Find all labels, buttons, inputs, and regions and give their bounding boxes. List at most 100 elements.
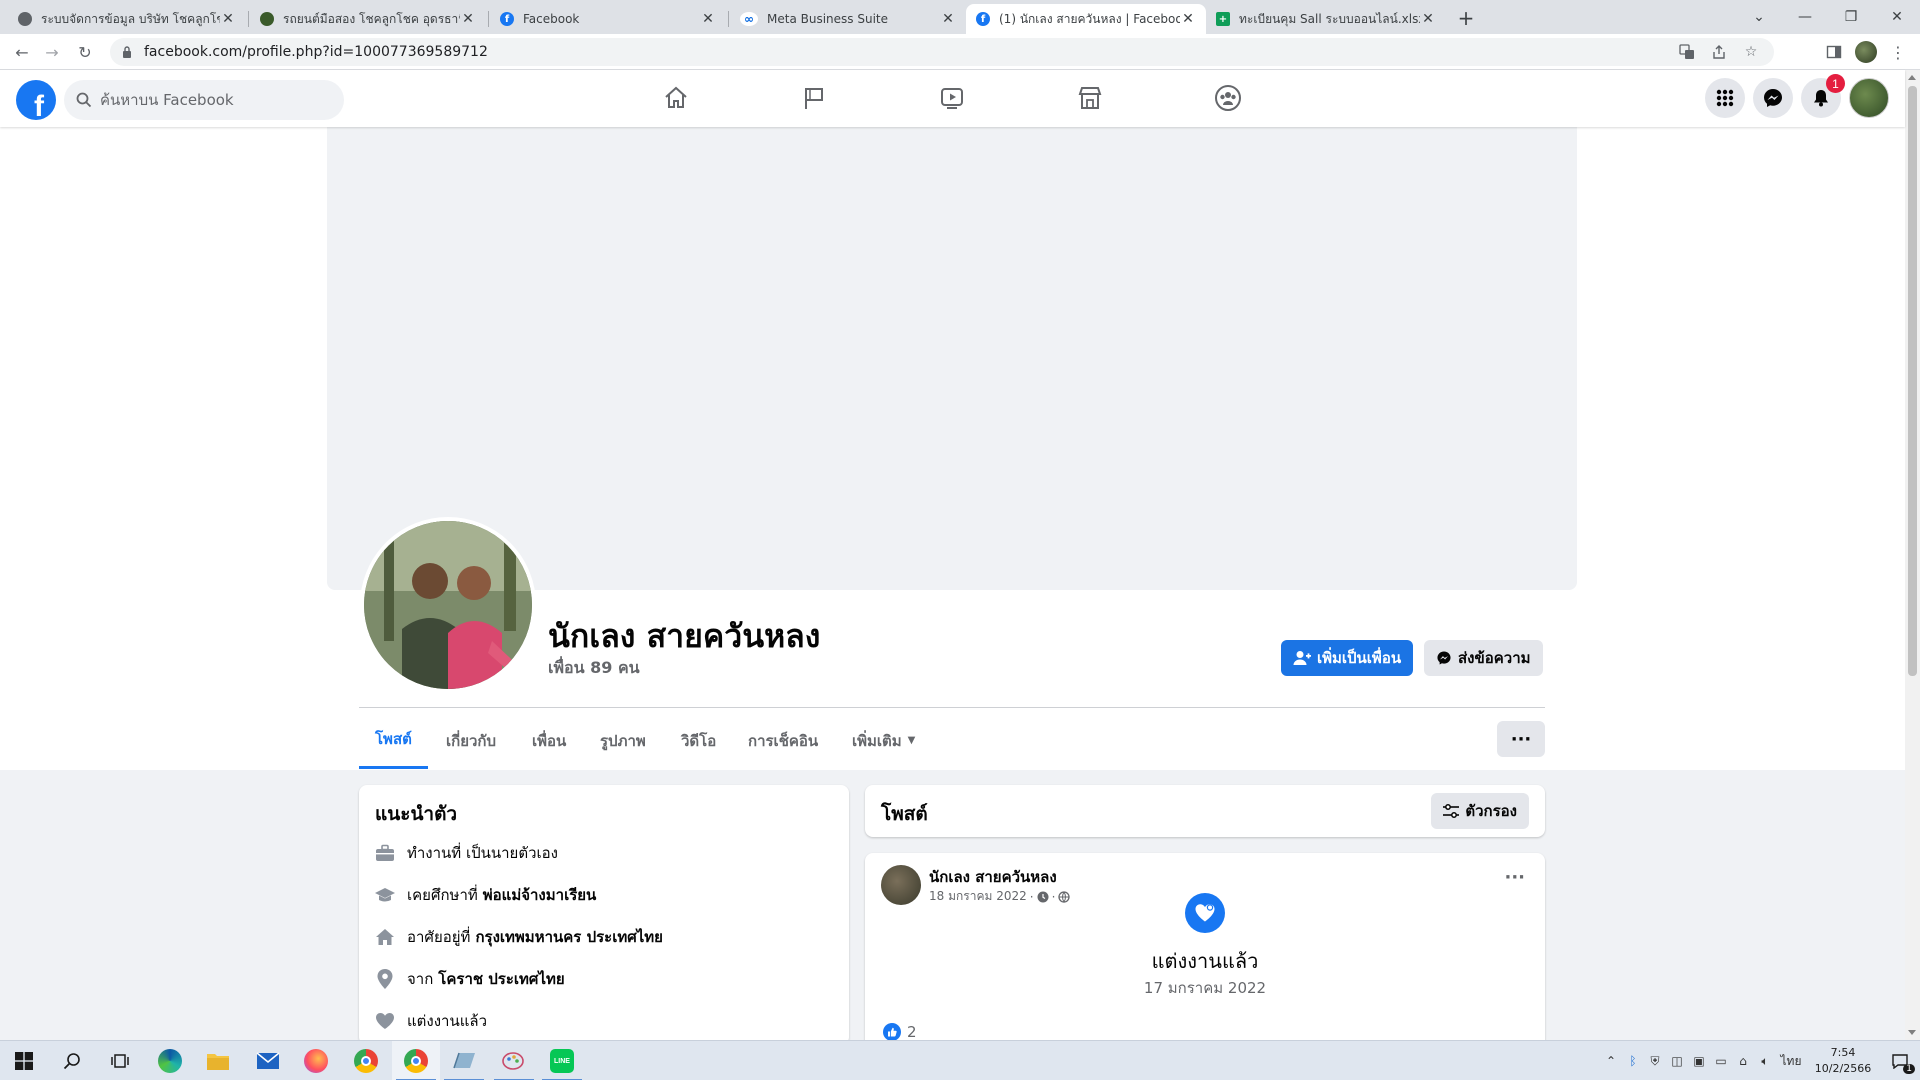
close-icon[interactable]: ✕ (220, 11, 236, 27)
chrome-profile-avatar[interactable] (1854, 40, 1878, 64)
account-avatar[interactable] (1849, 78, 1889, 118)
close-icon[interactable]: ✕ (1180, 11, 1196, 27)
scroll-up-arrow-icon[interactable] (1908, 75, 1916, 80)
translate-icon[interactable] (1678, 43, 1696, 61)
send-message-button[interactable]: ส่งข้อความ (1424, 640, 1543, 676)
nav-marketplace[interactable] (1034, 78, 1146, 118)
file-explorer-icon[interactable] (194, 1041, 242, 1080)
network-icon[interactable]: ⌂ (1732, 1041, 1754, 1080)
profile-picture[interactable] (360, 517, 536, 693)
post-author-avatar[interactable] (881, 865, 921, 905)
tab-photos[interactable]: รูปภาพ (584, 712, 662, 769)
security-shield-icon[interactable]: ⛨ (1644, 1041, 1666, 1080)
facebook-logo-icon[interactable]: f (16, 80, 56, 120)
nav-pages[interactable] (758, 78, 870, 118)
intro-title: แนะนำตัว (375, 803, 458, 825)
tab-about[interactable]: เกี่ยวกับ (430, 712, 512, 769)
restore-icon[interactable]: ❐ (1828, 0, 1874, 34)
home-icon (375, 927, 395, 947)
profile-more-options-button[interactable]: ··· (1497, 721, 1545, 757)
back-arrow-icon[interactable]: ← (10, 40, 34, 64)
window-close-icon[interactable]: ✕ (1874, 0, 1920, 34)
briefcase-icon (375, 843, 395, 863)
messenger-button[interactable] (1753, 78, 1793, 118)
share-icon[interactable] (1710, 43, 1728, 61)
windows-start-icon[interactable] (0, 1041, 48, 1080)
post-card: นักเลง สายควันหลง 18 มกราคม 2022 · · ···… (865, 853, 1545, 1053)
tab-posts[interactable]: โพสต์ (359, 712, 428, 769)
notifications-button[interactable]: 1 (1801, 74, 1845, 118)
volume-icon[interactable]: 🔈︎ (1754, 1041, 1776, 1080)
browser-tab[interactable]: รถยนต์มือสอง โชคลูกโชค อุดรธานี ✕ (250, 4, 486, 34)
filter-button[interactable]: ตัวกรอง (1431, 793, 1529, 829)
post-author-name[interactable]: นักเลง สายควันหลง (929, 865, 1057, 889)
globe-privacy-icon (1058, 890, 1071, 903)
scrollbar-thumb[interactable] (1908, 86, 1917, 676)
nav-watch[interactable] (896, 78, 1008, 118)
video-play-icon (941, 88, 963, 109)
line-app-icon[interactable]: LINE (538, 1041, 586, 1080)
tab-checkins[interactable]: การเช็คอิน (732, 712, 834, 769)
friend-count[interactable]: เพื่อน 89 คน (548, 656, 640, 681)
chrome-icon[interactable] (342, 1041, 390, 1080)
browser-tab[interactable]: ∞ Meta Business Suite ✕ (730, 4, 966, 34)
tab-search-chevron-icon[interactable]: ⌄ (1736, 0, 1782, 34)
browser-tab-strip: ระบบจัดการข้อมูล บริษัท โชคลูกโชค ✕ รถยน… (0, 0, 1920, 34)
scroll-down-arrow-icon[interactable] (1908, 1030, 1916, 1035)
display-icon[interactable]: ▭ (1710, 1041, 1732, 1080)
bookmark-star-icon[interactable]: ☆ (1742, 43, 1760, 61)
cover-photo[interactable] (327, 127, 1577, 590)
nav-home[interactable] (620, 78, 732, 118)
firefox-icon[interactable] (292, 1041, 340, 1080)
post-options-icon[interactable]: ··· (1504, 867, 1525, 888)
input-language[interactable]: ไทย (1776, 1041, 1806, 1080)
side-panel-icon[interactable] (1822, 40, 1846, 64)
add-friend-button[interactable]: เพิ่มเป็นเพื่อน (1281, 640, 1414, 676)
intro-row-education: เคยศึกษาที่ พ่อแม่จ้างมาเรียน (375, 883, 596, 907)
edge-browser-icon[interactable] (146, 1041, 194, 1080)
chrome-profile-window-icon[interactable] (392, 1041, 440, 1080)
new-tab-plus-icon[interactable]: + (1454, 6, 1478, 30)
intro-lives-city[interactable]: กรุงเทพมหานคร ประเทศไทย (475, 925, 663, 949)
browser-tab[interactable]: ระบบจัดการข้อมูล บริษัท โชคลูกโชค ✕ (8, 4, 246, 34)
tab-friends[interactable]: เพื่อน (516, 712, 582, 769)
paint-app-icon[interactable] (490, 1041, 538, 1080)
reload-icon[interactable]: ↻ (73, 40, 97, 64)
tab-videos[interactable]: วิดีโอ (665, 712, 732, 769)
close-icon[interactable]: ✕ (1420, 11, 1436, 27)
menu-grid-button[interactable] (1705, 78, 1745, 118)
browser-tab-active[interactable]: f (1) นักเลง สายควันหลง | Facebook ✕ (966, 4, 1206, 34)
browser-tab[interactable]: + ทะเบียนคุม Sall ระบบออนไลน์.xlsx - G ✕ (1206, 4, 1446, 34)
meet-now-icon[interactable]: ▣ (1688, 1041, 1710, 1080)
facebook-search[interactable] (64, 80, 344, 120)
taskbar-search-icon[interactable] (48, 1041, 96, 1080)
tray-chevron-up-icon[interactable]: ⌃ (1600, 1041, 1622, 1080)
post-date[interactable]: 18 มกราคม 2022 (929, 887, 1027, 906)
bluetooth-icon[interactable]: ᛒ (1622, 1041, 1644, 1080)
tray-app-icon[interactable]: ◫ (1666, 1041, 1688, 1080)
nav-groups[interactable] (1172, 78, 1284, 118)
intro-from-city[interactable]: โคราช ประเทศไทย (438, 967, 564, 991)
browser-tab[interactable]: f Facebook ✕ (490, 4, 726, 34)
system-tray: ⌃ ᛒ ⛨ ◫ ▣ ▭ ⌂ 🔈︎ ไทย 7:54 10/2/2566 1 (1600, 1041, 1920, 1080)
app-window-icon[interactable] (440, 1041, 488, 1080)
search-input[interactable] (100, 91, 320, 109)
taskbar-clock[interactable]: 7:54 10/2/2566 (1806, 1045, 1880, 1077)
chrome-menu-icon[interactable]: ⋮ (1886, 40, 1910, 64)
filter-sliders-icon (1443, 804, 1460, 818)
page-scrollbar[interactable] (1905, 70, 1920, 1040)
close-icon[interactable]: ✕ (940, 11, 956, 27)
tab-more[interactable]: เพิ่มเติม ▼ (836, 712, 931, 769)
close-icon[interactable]: ✕ (460, 11, 476, 27)
minimize-icon[interactable]: — (1782, 0, 1828, 34)
mail-icon[interactable] (244, 1041, 292, 1080)
intro-education-school[interactable]: พ่อแม่จ้างมาเรียน (483, 883, 597, 907)
task-view-icon[interactable] (96, 1041, 144, 1080)
graduation-cap-icon (375, 885, 395, 905)
intro-row-relationship: แต่งงานแล้ว (375, 1009, 487, 1033)
forward-arrow-icon[interactable]: → (40, 40, 64, 64)
post-reactions[interactable]: 2 (883, 1023, 917, 1041)
action-center-icon[interactable]: 1 (1880, 1041, 1920, 1080)
address-bar[interactable]: facebook.com/profile.php?id=100077369589… (110, 38, 1774, 66)
close-icon[interactable]: ✕ (700, 11, 716, 27)
